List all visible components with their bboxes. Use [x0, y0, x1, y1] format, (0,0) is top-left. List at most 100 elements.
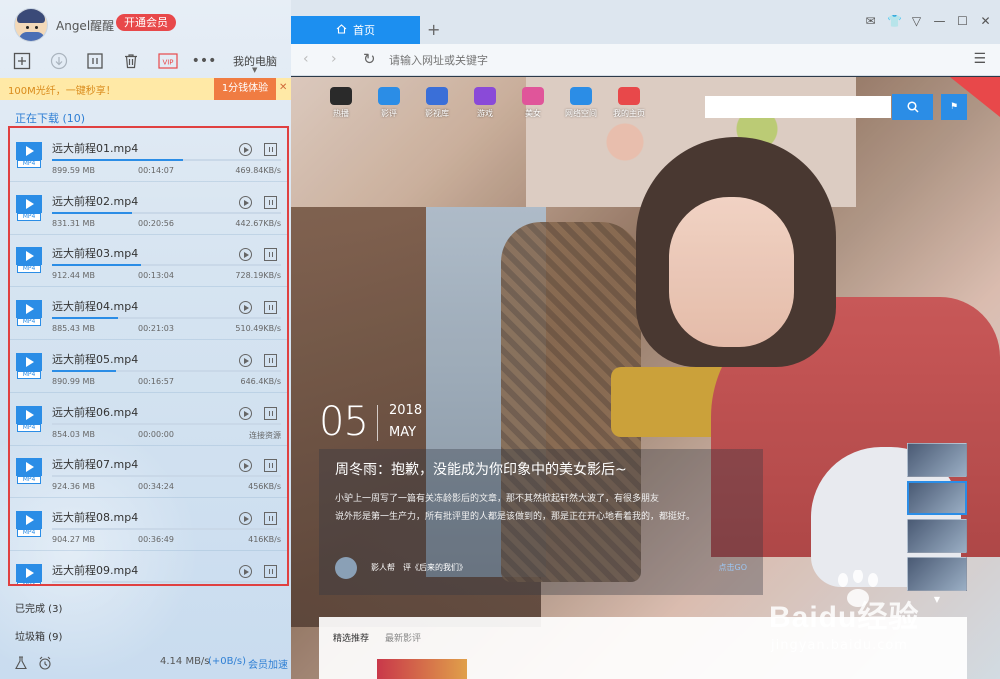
mail-icon[interactable]: ✉: [864, 14, 877, 28]
site-nav: 热播 影评 影视库 游戏 美女 网络空间 我的主页: [317, 87, 653, 119]
watermark-brand: Baidu经验: [769, 601, 920, 634]
vip-icon[interactable]: VIP: [157, 50, 179, 72]
chevron-down-icon[interactable]: ▼: [252, 66, 257, 74]
pause-icon[interactable]: [264, 459, 277, 473]
site-nav-label: 游戏: [477, 109, 493, 118]
download-speed: 510.49KB/s: [235, 324, 281, 334]
pause-icon[interactable]: [264, 248, 277, 262]
site-nav-label: 影评: [381, 109, 397, 118]
site-nav-item[interactable]: 网络空间: [557, 87, 605, 119]
tab-home-label: 首页: [353, 24, 375, 37]
download-row[interactable]: MP4 远大前程08.mp4 904.27 MB 00:36:49 416KB/s: [10, 499, 287, 551]
play-preview-icon[interactable]: [239, 406, 252, 420]
maximize-icon[interactable]: ☐: [956, 14, 969, 28]
pause-icon[interactable]: [264, 406, 277, 420]
progress-bar: [52, 580, 281, 583]
download-row[interactable]: MP4 远大前程09.mp4: [10, 552, 287, 584]
pause-icon[interactable]: [264, 143, 277, 156]
total-speed: 4.14 MB/s: [160, 656, 210, 667]
article-title[interactable]: 周冬雨：抱歉，没能成为你印象中的美女影后~: [335, 459, 627, 479]
open-vip-button[interactable]: 开通会员: [116, 14, 176, 31]
tab-featured[interactable]: 精选推荐: [333, 631, 369, 644]
download-row[interactable]: MP4 远大前程04.mp4 885.43 MB 00:21:03 510.49KB/s: [10, 288, 287, 341]
close-icon[interactable]: ✕: [279, 82, 287, 93]
download-row[interactable]: MP4 远大前程07.mp4 924.36 MB 00:34:24 456KB/s: [10, 446, 287, 499]
progress-bar: [52, 159, 281, 161]
progress-bar: [52, 264, 281, 267]
start-download-icon[interactable]: [48, 50, 70, 72]
site-nav-item[interactable]: 热播: [317, 87, 365, 119]
recommend-thumbnail[interactable]: [377, 659, 467, 679]
pause-icon[interactable]: [264, 511, 277, 525]
site-nav-item[interactable]: 游戏: [461, 87, 509, 119]
carousel-thumb[interactable]: [907, 443, 967, 477]
downloading-header[interactable]: 正在下载 (10): [15, 110, 85, 126]
address-input[interactable]: [389, 52, 949, 68]
site-nav-item[interactable]: 我的主页: [605, 87, 653, 119]
promo-banner[interactable]: 100M光纤，一键秒享！ 1分钱体验 ✕: [0, 78, 291, 100]
play-preview-icon[interactable]: [239, 564, 252, 578]
play-preview-icon[interactable]: [239, 143, 252, 156]
search-button[interactable]: [892, 94, 933, 120]
site-nav-item[interactable]: 美女: [509, 87, 557, 119]
play-preview-icon[interactable]: [239, 248, 252, 262]
back-icon[interactable]: ‹: [303, 51, 309, 67]
download-row[interactable]: MP4 远大前程01.mp4 899.59 MB 00:14:07 469.84KB/s: [10, 130, 287, 182]
file-format: MP4: [17, 581, 41, 584]
username[interactable]: Angel醒醒: [56, 17, 114, 34]
completed-section[interactable]: 已完成 (3): [15, 600, 62, 615]
flag-icon[interactable]: ⚑: [941, 94, 967, 120]
pause-icon[interactable]: [264, 353, 277, 367]
delete-icon[interactable]: [120, 50, 142, 72]
file-name: 远大前程03.mp4: [52, 247, 139, 261]
forward-icon[interactable]: ›: [331, 51, 337, 67]
pause-icon[interactable]: [264, 195, 277, 209]
tab-home[interactable]: 首页: [291, 16, 420, 44]
play-preview-icon[interactable]: [239, 511, 252, 525]
skin-icon[interactable]: 👕: [887, 14, 902, 28]
featured-article[interactable]: 周冬雨：抱歉，没能成为你印象中的美女影后~ 小驴上一周写了一篇有关冻龄影后的文章…: [319, 449, 763, 595]
flask-icon[interactable]: [14, 656, 28, 673]
play-preview-icon[interactable]: [239, 353, 252, 367]
avatar[interactable]: [14, 8, 48, 42]
download-row[interactable]: MP4 远大前程03.mp4 912.44 MB 00:13:04 728.19KB/s: [10, 235, 287, 288]
site-nav-item[interactable]: 影评: [365, 87, 413, 119]
pause-icon[interactable]: [264, 301, 277, 315]
play-preview-icon[interactable]: [239, 459, 252, 473]
user-info[interactable]: Angel醒醒 ✦: [14, 8, 126, 42]
more-icon[interactable]: •••: [192, 50, 217, 72]
pause-all-icon[interactable]: [84, 50, 106, 72]
baidu-watermark: Baidu经验 jingyan.baidu.com: [769, 570, 959, 660]
pause-icon[interactable]: [264, 564, 277, 578]
download-row[interactable]: MP4 远大前程02.mp4 831.31 MB 00:20:56 442.67KB/s: [10, 183, 287, 235]
trash-section[interactable]: 垃圾箱 (9): [15, 628, 62, 643]
minimize-icon[interactable]: —: [933, 14, 946, 28]
member-speed-link[interactable]: 会员加速: [248, 656, 288, 671]
site-search-input[interactable]: [705, 96, 891, 118]
web-content: 热播 影评 影视库 游戏 美女 网络空间 我的主页 ⚑ 05 2018 MAY 周冬雨：抱歉…: [291, 77, 1000, 679]
alarm-clock-icon[interactable]: [38, 656, 52, 673]
carousel-thumb[interactable]: [907, 519, 967, 553]
file-name: 远大前程09.mp4: [52, 563, 139, 577]
promo-button[interactable]: 1分钱体验: [214, 78, 276, 100]
close-window-icon[interactable]: ✕: [979, 14, 992, 28]
dropdown-icon[interactable]: ▽: [910, 14, 923, 28]
new-task-icon[interactable]: [11, 50, 33, 72]
play-preview-icon[interactable]: [239, 301, 252, 315]
site-nav-item[interactable]: 影视库: [413, 87, 461, 119]
play-preview-icon[interactable]: [239, 195, 252, 209]
progress-bar: [52, 369, 281, 372]
refresh-icon[interactable]: ↻: [363, 50, 376, 68]
hamburger-menu-icon[interactable]: ☰: [973, 51, 986, 67]
add-tab-icon[interactable]: +: [427, 20, 440, 39]
download-row[interactable]: MP4 远大前程06.mp4 854.03 MB 00:00:00 连接资源: [10, 394, 287, 446]
article-link[interactable]: 点击GO: [719, 562, 748, 573]
elapsed-time: 00:20:56: [138, 218, 174, 228]
download-row[interactable]: MP4 远大前程05.mp4 890.99 MB 00:16:57 646.4KB/s: [10, 341, 287, 393]
progress-bar: [52, 211, 281, 214]
article-excerpt: 小驴上一周写了一篇有关冻龄影后的文章，那不其然掀起轩然大波了，有很多朋友: [335, 494, 660, 504]
download-speed: 469.84KB/s: [235, 166, 281, 175]
tab-latest-reviews[interactable]: 最新影评: [385, 631, 421, 644]
carousel-thumb-active[interactable]: [907, 481, 967, 515]
svg-text:VIP: VIP: [162, 59, 173, 67]
